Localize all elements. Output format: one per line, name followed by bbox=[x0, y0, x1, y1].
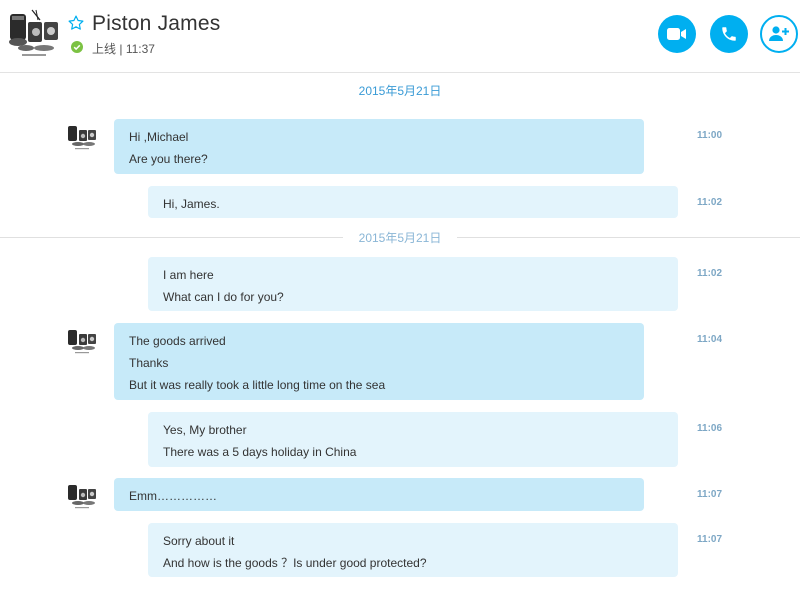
message-time: 11:06 bbox=[697, 423, 723, 434]
status-label: 上线 bbox=[92, 42, 117, 56]
message-line: Emm…………… bbox=[129, 489, 217, 503]
message-line: Are you there? bbox=[129, 152, 208, 166]
contact-avatar-small[interactable] bbox=[66, 480, 98, 512]
video-call-button[interactable] bbox=[658, 15, 696, 53]
message-time: 11:02 bbox=[697, 197, 723, 208]
chat-header: Piston James 上线 | 11:37 bbox=[0, 0, 800, 73]
message-line: There was a 5 days holiday in China bbox=[163, 445, 357, 459]
message-bubble-incoming: The goods arrived Thanks But it was real… bbox=[114, 323, 644, 400]
status-online-icon bbox=[71, 40, 83, 53]
message-line: Hi, James. bbox=[163, 197, 220, 211]
date-divider: 2015年5月21日 bbox=[0, 81, 800, 101]
audio-call-button[interactable] bbox=[710, 15, 748, 53]
status-time: 11:37 bbox=[125, 42, 155, 56]
message-bubble-outgoing: Yes, My brother There was a 5 days holid… bbox=[148, 412, 678, 467]
contact-avatar[interactable] bbox=[6, 6, 62, 62]
message-line: Thanks bbox=[129, 356, 169, 370]
message-bubble-outgoing: Sorry about it And how is the goods ？Is … bbox=[148, 523, 678, 577]
date-divider: 2015年5月21日 bbox=[0, 228, 800, 248]
message-time: 11:04 bbox=[697, 334, 723, 345]
status-text: 上线 | 11:37 bbox=[92, 40, 155, 57]
message-time: 11:07 bbox=[697, 489, 723, 500]
video-camera-icon bbox=[667, 28, 686, 40]
message-time: 11:02 bbox=[697, 268, 723, 279]
message-line: Yes, My brother bbox=[163, 423, 247, 437]
date-divider-label: 2015年5月21日 bbox=[342, 228, 458, 248]
message-bubble-incoming: Hi ,Michael Are you there? bbox=[114, 119, 644, 174]
contact-avatar-small[interactable] bbox=[66, 121, 98, 153]
message-bubble-incoming: Emm…………… bbox=[114, 478, 644, 511]
message-line: What can I do for you? bbox=[163, 290, 284, 304]
message-line: I am here bbox=[163, 268, 214, 282]
date-divider-label: 2015年5月21日 bbox=[342, 81, 458, 101]
message-time: 11:00 bbox=[697, 130, 723, 141]
add-contact-button[interactable] bbox=[760, 15, 798, 53]
contact-name: Piston James bbox=[92, 12, 221, 35]
message-bubble-outgoing: I am here What can I do for you? bbox=[148, 257, 678, 311]
message-line: Hi ,Michael bbox=[129, 130, 189, 144]
favorite-star-icon[interactable] bbox=[67, 14, 85, 32]
message-line: Sorry about it bbox=[163, 534, 235, 548]
status-separator: | bbox=[119, 42, 123, 56]
add-contact-icon bbox=[769, 26, 789, 41]
message-line: And how is the goods ？Is under good prot… bbox=[163, 556, 427, 570]
contact-avatar-small[interactable] bbox=[66, 325, 98, 357]
message-line: But it was really took a little long tim… bbox=[129, 378, 386, 392]
phone-icon bbox=[722, 27, 736, 41]
message-time: 11:07 bbox=[697, 534, 723, 545]
message-bubble-outgoing: Hi, James. bbox=[148, 186, 678, 218]
message-line: The goods arrived bbox=[129, 334, 226, 348]
